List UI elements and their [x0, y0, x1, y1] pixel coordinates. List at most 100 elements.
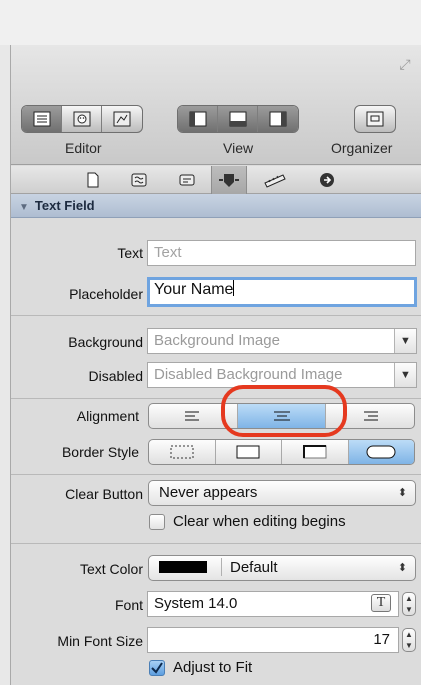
background-label: Background: [68, 334, 143, 350]
view-segmented-control[interactable]: [177, 105, 299, 133]
assistant-editor-button[interactable]: [62, 106, 102, 132]
border-none-icon: [170, 445, 194, 459]
assistant-editor-icon: [73, 111, 90, 127]
text-color-value: Default: [230, 559, 278, 576]
section-title: Text Field: [34, 198, 95, 213]
organizer-icon: [366, 111, 384, 127]
border-style-segmented-control[interactable]: [148, 439, 415, 465]
align-left-icon: [184, 411, 199, 421]
utilities-toggle-button[interactable]: [258, 106, 298, 132]
tab-quick-help-inspector[interactable]: [121, 166, 157, 194]
min-font-size-field[interactable]: 17: [147, 627, 399, 653]
disclosure-triangle-icon[interactable]: ▼: [19, 196, 29, 220]
identity-icon: [179, 174, 195, 186]
align-center-button[interactable]: [237, 404, 327, 428]
min-font-size-label: Min Font Size: [57, 633, 143, 649]
popup-arrows-icon: ⬍: [397, 562, 407, 574]
border-rounded-icon: [366, 445, 396, 459]
text-input[interactable]: Text: [147, 240, 416, 266]
text-label: Text: [117, 245, 143, 261]
border-none-button[interactable]: [149, 440, 216, 464]
font-label: Font: [114, 597, 143, 613]
clear-button-value: Never appears: [159, 484, 258, 501]
align-right-icon: [364, 411, 379, 421]
blank-area: [0, 0, 421, 45]
border-style-label: Border Style: [61, 444, 139, 460]
alignment-segmented-control[interactable]: [148, 403, 415, 429]
disabled-label: Disabled: [88, 368, 143, 384]
tab-identity-inspector[interactable]: [169, 166, 205, 194]
fullscreen-icon[interactable]: ⤢: [396, 55, 414, 73]
tab-file-inspector[interactable]: [75, 166, 111, 194]
placeholder-value: Your Name: [154, 281, 234, 298]
clear-when-editing-label: Clear when editing begins: [173, 513, 346, 530]
left-panel-icon: [189, 111, 206, 127]
bottom-panel-icon: [229, 111, 246, 127]
editor-segmented-control[interactable]: [21, 105, 143, 133]
right-panel-icon: [269, 111, 287, 127]
alignment-label: Alignment: [76, 408, 139, 424]
border-line-button[interactable]: [216, 440, 282, 464]
attributes-slider-icon: [219, 174, 239, 187]
checkmark-icon: [151, 661, 163, 674]
connections-arrow-icon: [320, 173, 334, 187]
clear-when-editing-checkbox[interactable]: [149, 513, 165, 530]
version-editor-button[interactable]: [102, 106, 142, 132]
clear-when-editing-checkbox-row[interactable]: Clear when editing begins: [149, 513, 346, 530]
background-combo[interactable]: Background Image ▼: [147, 328, 417, 354]
border-line-icon: [236, 445, 260, 459]
section-header-text-field[interactable]: ▼ Text Field: [11, 194, 421, 218]
editor-label: Editor: [65, 140, 102, 156]
debug-area-toggle-button[interactable]: [218, 106, 258, 132]
divider: [11, 543, 421, 544]
disabled-placeholder: Disabled Background Image: [154, 366, 343, 383]
align-left-button[interactable]: [149, 404, 238, 428]
adjust-to-fit-checkbox-row[interactable]: Adjust to Fit: [149, 659, 252, 676]
xcode-window: ⤢ Editor View Organizer ▼ Text Field Tex…: [10, 45, 421, 685]
placeholder-input[interactable]: Your Name: [147, 277, 417, 307]
organizer-label: Organizer: [331, 140, 393, 156]
adjust-to-fit-label: Adjust to Fit: [173, 659, 253, 676]
inspector-selector-bar: [11, 166, 421, 194]
divider: [11, 474, 421, 475]
font-field[interactable]: System 14.0: [147, 591, 399, 617]
divider: [11, 315, 421, 316]
navigator-toggle-button[interactable]: [178, 106, 218, 132]
divider: [221, 558, 222, 576]
standard-editor-button[interactable]: [22, 106, 62, 132]
file-icon: [87, 172, 99, 188]
font-stepper[interactable]: ▲ ▼: [402, 592, 416, 616]
view-label: View: [223, 140, 254, 156]
font-picker-icon[interactable]: T: [371, 594, 391, 612]
organizer-button-inner[interactable]: [355, 106, 395, 132]
align-center-icon: [273, 411, 290, 421]
standard-editor-icon: [33, 111, 50, 127]
text-cursor: [233, 280, 235, 296]
placeholder-label: Placeholder: [69, 286, 143, 302]
clear-button-label: Clear Button: [65, 486, 143, 502]
text-color-popup[interactable]: Default ⬍: [148, 555, 416, 581]
toolbar: ⤢ Editor View Organizer: [11, 45, 421, 165]
min-font-size-stepper[interactable]: ▲ ▼: [402, 628, 416, 652]
border-bezel-button[interactable]: [282, 440, 349, 464]
tab-connections-inspector[interactable]: [309, 166, 345, 194]
tab-attributes-inspector[interactable]: [211, 166, 247, 194]
quick-help-icon: [131, 173, 147, 187]
ruler-icon: [264, 174, 286, 188]
disabled-combo[interactable]: Disabled Background Image ▼: [147, 362, 417, 388]
color-swatch: [159, 561, 207, 573]
clear-button-popup[interactable]: Never appears ⬍: [148, 480, 416, 506]
combo-dropdown-icon[interactable]: ▼: [394, 363, 416, 387]
organizer-button[interactable]: [354, 105, 396, 133]
divider: [11, 398, 421, 399]
border-rounded-button[interactable]: [348, 440, 414, 464]
version-editor-icon: [113, 111, 131, 127]
background-placeholder: Background Image: [154, 332, 280, 349]
text-color-label: Text Color: [79, 561, 143, 577]
align-right-button[interactable]: [326, 404, 414, 428]
adjust-to-fit-checkbox[interactable]: [149, 659, 165, 676]
combo-dropdown-icon[interactable]: ▼: [394, 329, 416, 353]
popup-arrows-icon: ⬍: [397, 487, 407, 499]
border-bezel-icon: [302, 445, 327, 459]
tab-size-inspector[interactable]: [257, 166, 293, 194]
